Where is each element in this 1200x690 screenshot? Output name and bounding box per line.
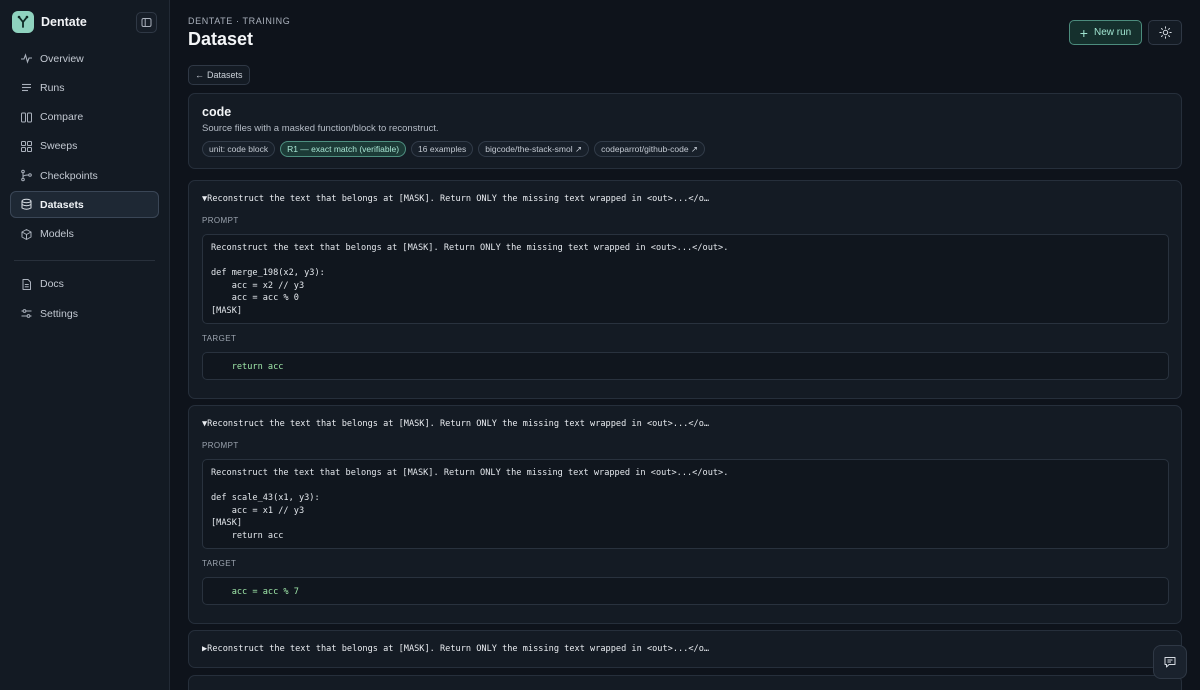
sidebar-item-datasets[interactable]: Datasets	[10, 191, 159, 219]
back-button-label: Datasets	[207, 70, 243, 80]
document-icon	[22, 278, 31, 290]
sidebar-item-label: Datasets	[40, 198, 84, 211]
target-code-block: acc = acc % 7	[202, 577, 1169, 605]
sidebar-item-label: Runs	[40, 81, 65, 94]
cube-icon	[21, 228, 32, 240]
database-icon	[21, 199, 32, 211]
sidebar-item-label: Overview	[40, 52, 84, 65]
sliders-icon	[21, 309, 32, 318]
sidebar-item-docs[interactable]: Docs	[10, 271, 159, 298]
app-name: Dentate	[41, 15, 87, 29]
collapse-sidebar-button[interactable]	[136, 12, 157, 33]
back-to-datasets-button[interactable]: ← Datasets	[188, 65, 250, 85]
grid-icon	[21, 140, 32, 152]
new-run-button[interactable]: + New run	[1069, 20, 1142, 45]
sidebar-toggle-icon	[141, 18, 152, 27]
sidebar-item-label: Models	[40, 228, 74, 241]
sidebar-nav: Overview Runs Compare Sweeps Checkpoints…	[10, 45, 159, 329]
dataset-description: Source files with a masked function/bloc…	[202, 123, 439, 134]
sidebar-item-label: Settings	[40, 307, 78, 320]
target-code-block: return acc	[202, 352, 1169, 380]
prompt-code-block: Reconstruct the text that belongs at [MA…	[202, 459, 1169, 549]
dataset-chips: unit: code block R1 — exact match (verif…	[202, 141, 710, 157]
feedback-chat-button[interactable]	[1153, 645, 1187, 679]
dataset-info-card: code Source files with a masked function…	[188, 93, 1182, 169]
theme-toggle-button[interactable]	[1148, 20, 1182, 45]
page-supertitle: DENTATE · TRAINING	[188, 16, 291, 26]
example-card: ▼Reconstruct the text that belongs at [M…	[188, 405, 1182, 624]
reward-chip: R1 — exact match (verifiable)	[280, 141, 407, 157]
sidebar-divider	[14, 259, 155, 261]
example-summary-toggle[interactable]: ▶Reconstruct the text that belongs at [M…	[202, 644, 709, 654]
prompt-label: PROMPT	[202, 441, 239, 450]
sidebar-item-compare[interactable]: Compare	[10, 104, 159, 131]
example-card: ▼Reconstruct the text that belongs at [M…	[188, 180, 1182, 399]
sidebar-item-settings[interactable]: Settings	[10, 300, 159, 327]
arrow-left-icon: ←	[195, 70, 204, 80]
brand-logo-icon	[12, 11, 34, 33]
sidebar-item-models[interactable]: Models	[10, 221, 159, 248]
sidebar-item-sweeps[interactable]: Sweeps	[10, 133, 159, 160]
example-card-partial[interactable]	[188, 675, 1182, 690]
chat-icon	[1164, 657, 1176, 668]
unit-chip: unit: code block	[202, 141, 276, 157]
plus-icon: +	[1079, 24, 1088, 41]
sidebar-item-label: Checkpoints	[40, 169, 98, 182]
git-branch-icon	[21, 169, 32, 182]
sidebar-item-label: Docs	[40, 278, 64, 291]
example-count-chip: 16 examples	[411, 141, 474, 157]
source-link-chip[interactable]: codeparrot/github-code ↗	[594, 141, 706, 157]
prompt-label: PROMPT	[202, 216, 239, 225]
new-run-label: New run	[1093, 27, 1132, 38]
columns-icon	[21, 112, 32, 123]
example-summary-toggle[interactable]: ▼Reconstruct the text that belongs at [M…	[202, 194, 709, 204]
dataset-name: code	[202, 105, 232, 119]
sidebar-item-runs[interactable]: Runs	[10, 74, 159, 101]
sidebar-item-label: Compare	[40, 111, 84, 124]
sidebar: Dentate Overview Runs Compare Sweeps Che…	[0, 0, 170, 690]
sun-icon	[1158, 26, 1172, 39]
list-icon	[22, 84, 31, 92]
prompt-code-block: Reconstruct the text that belongs at [MA…	[202, 234, 1169, 324]
source-link-chip[interactable]: bigcode/the-stack-smol ↗	[478, 141, 590, 157]
page-title: Dataset	[188, 29, 254, 49]
target-label: TARGET	[202, 559, 237, 568]
brand[interactable]: Dentate	[12, 11, 87, 33]
sidebar-item-checkpoints[interactable]: Checkpoints	[10, 162, 159, 189]
target-label: TARGET	[202, 334, 237, 343]
activity-icon	[21, 53, 32, 64]
example-summary-toggle[interactable]: ▼Reconstruct the text that belongs at [M…	[202, 419, 709, 429]
sidebar-item-overview[interactable]: Overview	[10, 45, 159, 72]
example-card-collapsed[interactable]: ▶Reconstruct the text that belongs at [M…	[188, 630, 1182, 668]
sidebar-item-label: Sweeps	[40, 140, 78, 153]
